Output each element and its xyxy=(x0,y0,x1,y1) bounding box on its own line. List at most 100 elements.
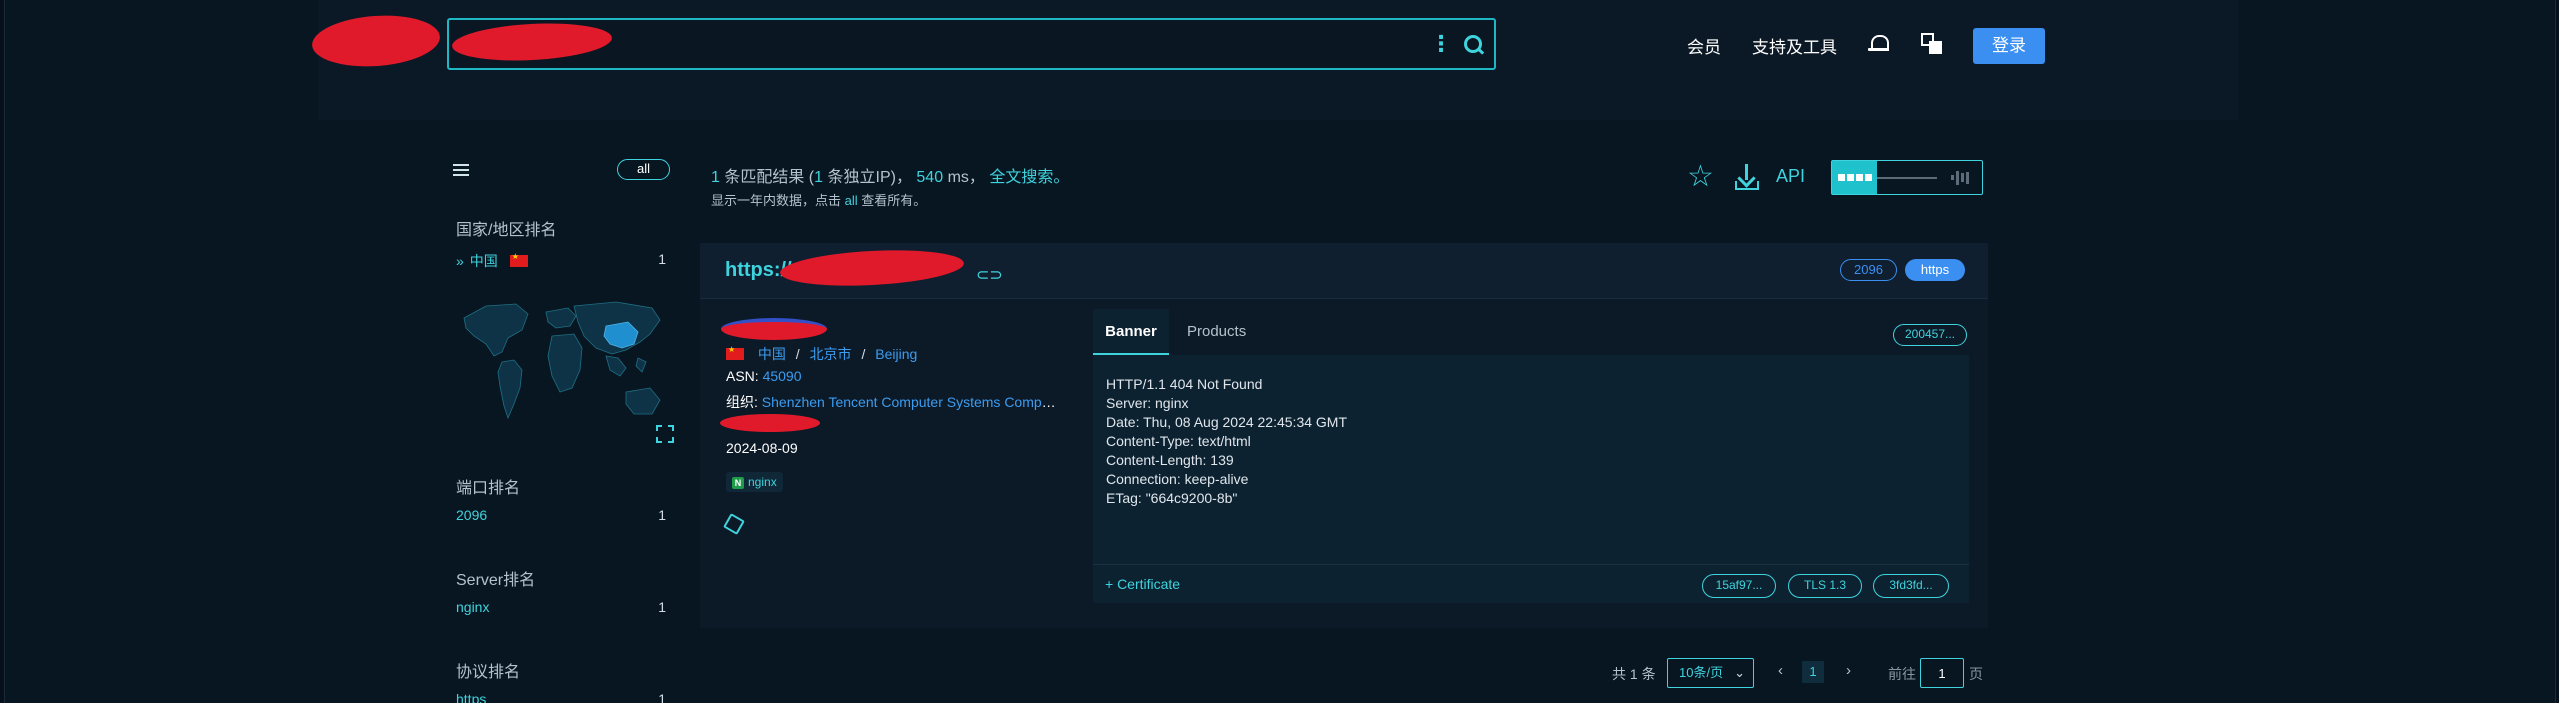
download-icon[interactable] xyxy=(1734,164,1760,190)
port-label: 2096 xyxy=(456,507,488,523)
separator: / xyxy=(861,346,866,362)
result-count: 1 xyxy=(711,169,720,186)
protocol-count: 1 xyxy=(658,691,666,703)
current-page[interactable]: 1 xyxy=(1802,661,1824,683)
hint-text: 显示一年内数据，点击 xyxy=(711,193,842,208)
country-item-china[interactable]: » 中国 1 xyxy=(456,251,666,271)
result-summary: 1 条匹配结果 (1 条独立IP)， 540 ms， 全文搜索。 xyxy=(711,163,1069,187)
page-size-select[interactable]: 10条/页 ⌄ xyxy=(1667,658,1754,688)
banner-line: ETag: "664c9200-8b" xyxy=(1106,490,1238,506)
link-icon[interactable]: ⊂⊃ xyxy=(976,265,1003,285)
view-switch xyxy=(1831,160,1983,195)
filter-settings-icon[interactable] xyxy=(453,162,469,178)
unique-ip-count: 1 xyxy=(814,169,824,186)
list-view-button[interactable] xyxy=(1877,161,1937,194)
protocol-label: https xyxy=(456,691,487,703)
result-text: 。 xyxy=(1053,169,1070,186)
cert-hash-badge[interactable]: 15af97... xyxy=(1702,574,1776,598)
tech-chip-nginx[interactable]: Nnginx xyxy=(726,472,783,492)
chevron-right-icon: » xyxy=(456,253,464,269)
result-text: 条独立IP)， xyxy=(827,169,912,186)
chevron-down-icon: ⌄ xyxy=(1734,665,1745,680)
server-count: 1 xyxy=(658,599,666,615)
result-card-header: https:// ⊂⊃ 2096 https xyxy=(700,243,1988,299)
banner-line: Content-Length: 139 xyxy=(1106,452,1234,468)
ja3-hash-badge[interactable]: 3fd3fd... xyxy=(1873,574,1949,598)
api-button[interactable]: API xyxy=(1776,166,1805,187)
chart-view-button[interactable] xyxy=(1937,161,1982,194)
search-icon[interactable] xyxy=(1464,35,1482,53)
city-link[interactable]: 北京市 xyxy=(810,346,852,362)
org-label: 组织: xyxy=(726,394,758,410)
org-line: 组织: Shenzhen Tencent Computer Systems Co… xyxy=(726,392,1062,412)
banner-footer: + Certificate 15af97... TLS 1.3 3fd3fd..… xyxy=(1093,564,1969,603)
country-rank-title: 国家/地区排名 xyxy=(456,222,557,239)
country-count: 1 xyxy=(658,251,666,267)
tls-version-badge[interactable]: TLS 1.3 xyxy=(1788,574,1862,598)
country-label: 中国 xyxy=(469,253,498,269)
country-link[interactable]: 中国 xyxy=(758,346,786,362)
goto-page-input[interactable] xyxy=(1920,658,1964,688)
region-link[interactable]: Beijing xyxy=(875,346,917,362)
server-label: nginx xyxy=(456,599,490,615)
bar-chart-icon xyxy=(1937,170,1982,186)
tab-banner[interactable]: Banner xyxy=(1093,309,1169,355)
language-icon[interactable] xyxy=(1921,33,1943,55)
expand-icon[interactable] xyxy=(656,425,674,443)
location-line: 中国 / 北京市 / Beijing xyxy=(726,344,917,364)
list-icon xyxy=(1877,174,1937,182)
port-rank-title: 端口排名 xyxy=(456,480,521,497)
ip-redacted xyxy=(721,318,827,340)
grid-icon xyxy=(1832,174,1877,181)
asn-label: ASN: xyxy=(726,368,759,384)
login-button[interactable]: 登录 xyxy=(1973,28,2045,64)
banner-tabs: Banner Products 200457... xyxy=(1093,309,1969,355)
hint-all-link[interactable]: all xyxy=(845,193,858,208)
hint-text: 查看所有。 xyxy=(861,193,927,208)
page-size-value: 10条/页 xyxy=(1679,665,1724,680)
protocol-badge[interactable]: https xyxy=(1905,259,1965,281)
hint-line: 显示一年内数据，点击 all 查看所有。 xyxy=(711,190,926,209)
banner-line: HTTP/1.1 404 Not Found xyxy=(1106,376,1263,392)
certificate-toggle[interactable]: + Certificate xyxy=(1105,576,1180,592)
page-unit-label: 页 xyxy=(1969,666,1983,682)
banner-line: Server: nginx xyxy=(1106,395,1189,411)
result-text: 条匹配结果 ( xyxy=(724,169,815,186)
protocol-item-https[interactable]: https 1 xyxy=(456,691,666,703)
star-icon[interactable]: ☆ xyxy=(1687,162,1714,192)
result-text: ms， xyxy=(947,169,985,186)
hostname-redacted xyxy=(720,414,820,432)
port-count: 1 xyxy=(658,507,666,523)
china-flag-icon xyxy=(726,345,744,360)
url-redacted xyxy=(779,246,965,290)
next-page-button[interactable]: › xyxy=(1846,662,1851,679)
protocol-rank-title: 协议排名 xyxy=(456,664,521,681)
nginx-icon: N xyxy=(732,477,744,489)
port-item-2096[interactable]: 2096 1 xyxy=(456,507,666,523)
more-options-icon[interactable]: ⋮ xyxy=(1430,33,1452,55)
bell-icon[interactable] xyxy=(1868,33,1889,55)
separator: / xyxy=(795,346,800,362)
server-rank-title: Server排名 xyxy=(456,572,536,589)
china-flag-icon xyxy=(509,252,528,267)
pagination-total: 共 1 条 xyxy=(1612,666,1656,682)
asn-link[interactable]: 45090 xyxy=(763,368,802,384)
prev-page-button[interactable]: ‹ xyxy=(1778,662,1783,679)
result-date: 2024-08-09 xyxy=(726,440,798,456)
fulltext-search-link[interactable]: 全文搜索 xyxy=(989,169,1053,186)
server-item-nginx[interactable]: nginx 1 xyxy=(456,599,666,615)
world-map[interactable] xyxy=(456,296,668,436)
all-toggle[interactable]: all xyxy=(617,159,670,180)
grid-view-button[interactable] xyxy=(1832,161,1877,194)
banner-text: HTTP/1.1 404 Not Found Server: nginx Dat… xyxy=(1106,375,1347,508)
tech-label: nginx xyxy=(748,475,777,489)
nav-member[interactable]: 会员 xyxy=(1687,33,1721,58)
asn-line: ASN: 45090 xyxy=(726,368,802,384)
nav-support-tools[interactable]: 支持及工具 xyxy=(1752,33,1837,58)
query-time: 540 xyxy=(916,169,944,186)
tab-products[interactable]: Products xyxy=(1187,323,1246,340)
port-badge[interactable]: 2096 xyxy=(1840,259,1897,281)
hash-badge[interactable]: 200457... xyxy=(1893,324,1967,346)
org-link[interactable]: Shenzhen Tencent Computer Systems Compan… xyxy=(762,394,1062,410)
banner-line: Date: Thu, 08 Aug 2024 22:45:34 GMT xyxy=(1106,414,1348,430)
